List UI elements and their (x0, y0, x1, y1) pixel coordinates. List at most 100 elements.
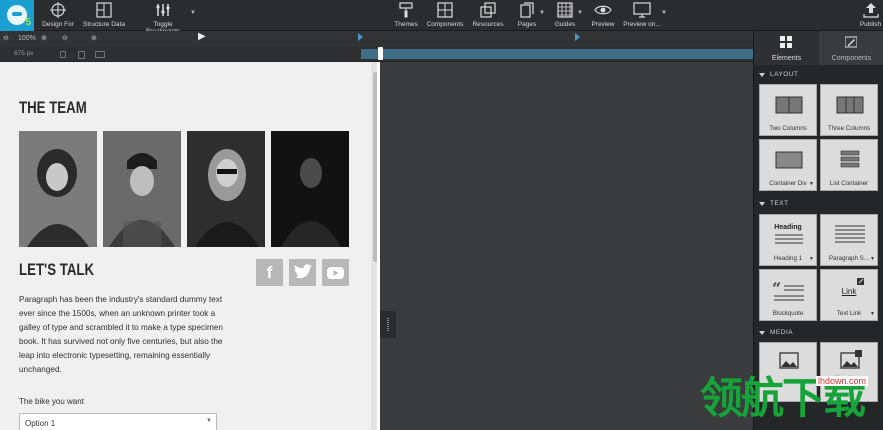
pages-icon (520, 2, 534, 18)
design-for-button[interactable]: Design For (41, 2, 75, 30)
element-picture[interactable] (820, 342, 878, 402)
right-panel: Elements Components LAYOUT Two Columns T… (753, 31, 883, 430)
chevron-down-icon: ▼ (661, 10, 667, 16)
play-icon[interactable]: ▶ (198, 32, 206, 42)
element-container-div[interactable]: Container Div ▼ (759, 139, 817, 191)
chevron-down-icon: ▼ (206, 418, 212, 424)
preview-label: Preview (591, 21, 615, 28)
paragraph-icon (835, 225, 865, 243)
chevron-down-icon[interactable]: ▼ (809, 392, 814, 398)
element-blockquote[interactable]: “ Blockquote (759, 269, 817, 321)
desktop-icon[interactable] (95, 51, 105, 58)
structure-icon (96, 2, 112, 18)
external-link-icon (857, 278, 864, 285)
bike-select[interactable]: Option 1 ▼ (19, 413, 217, 430)
card-label: Two Columns (769, 125, 807, 132)
breakpoint-marker-icon[interactable] (575, 33, 580, 41)
element-text-link[interactable]: Link Text Link ▼ (820, 269, 878, 321)
resources-label: Resources (472, 21, 504, 28)
card-label: Heading 1 (773, 255, 803, 262)
themes-button[interactable]: Themes (393, 2, 419, 30)
zoom-plus-button[interactable]: ⊕ (91, 34, 97, 44)
team-photo[interactable] (271, 131, 349, 247)
app-logo[interactable]: 5 (0, 0, 34, 31)
robot-logo-icon (7, 5, 27, 25)
person-photo-icon (19, 131, 97, 247)
upload-icon (862, 3, 879, 18)
width-readout: 675 px (14, 50, 34, 57)
themes-label: Themes (394, 21, 418, 28)
resources-icon (480, 2, 496, 18)
breakpoint-range-bar[interactable] (361, 49, 753, 59)
element-image[interactable]: ▼ (759, 342, 817, 402)
card-label: Three Columns (827, 125, 871, 132)
logo-version-badge: 5 (25, 17, 31, 28)
bike-field-label: The bike you want (19, 397, 84, 406)
container-div-icon (775, 151, 803, 169)
team-photo[interactable] (103, 131, 181, 247)
team-photo[interactable] (187, 131, 265, 247)
zoom-minus-button[interactable]: ⊖ (62, 34, 68, 44)
card-label: Text Link (836, 310, 862, 317)
preview-on-button[interactable]: Preview on... ▼ (623, 2, 667, 30)
tab-components[interactable]: Components (819, 31, 883, 65)
canvas-resize-grip[interactable] (380, 311, 396, 338)
section-media[interactable]: MEDIA (754, 326, 883, 339)
chevron-down-icon[interactable]: ▼ (809, 181, 814, 187)
card-label: List Container (829, 180, 869, 187)
tab-components-label: Components (831, 55, 872, 62)
twitter-icon[interactable] (289, 259, 316, 286)
blockquote-icon: “ (772, 279, 804, 301)
element-two-columns[interactable]: Two Columns (759, 84, 817, 136)
section-text[interactable]: TEXT (754, 197, 883, 210)
components-label: Components (426, 21, 464, 28)
eye-icon (594, 5, 612, 15)
components-button[interactable]: Components (426, 2, 464, 30)
body-paragraph[interactable]: Paragraph has been the industry's standa… (19, 293, 224, 377)
pages-button[interactable]: Pages ▼ (515, 2, 545, 30)
element-paragraph[interactable]: Paragraph S... ▼ (820, 214, 878, 266)
structure-data-button[interactable]: Structure Data (81, 2, 127, 30)
phone-icon[interactable] (60, 51, 66, 58)
preview-button[interactable]: Preview (589, 2, 617, 30)
zoom-in-icon[interactable]: ⊕ (41, 34, 47, 44)
talk-heading[interactable]: LET'S TALK (19, 260, 94, 280)
breakpoint-marker-icon[interactable] (358, 33, 363, 41)
publish-button[interactable]: Publish (858, 2, 883, 30)
list-container-icon (840, 150, 860, 168)
card-label: Blockquote (772, 310, 804, 317)
zoom-bar: ⊖ 100% ⊕ ⊖ ⊕ ▶ (0, 31, 753, 47)
image-icon (779, 352, 799, 369)
tab-elements[interactable]: Elements (754, 31, 819, 65)
zoom-out-icon[interactable]: ⊖ (3, 34, 9, 44)
chevron-down-icon[interactable]: ▼ (870, 311, 875, 317)
team-photo[interactable] (19, 131, 97, 247)
team-heading[interactable]: THE TEAM (19, 98, 87, 118)
grid-icon (780, 36, 792, 48)
chevron-down-icon[interactable]: ▼ (870, 256, 875, 262)
components-icon (437, 2, 453, 18)
resources-button[interactable]: Resources (472, 2, 504, 30)
chevron-down-icon[interactable]: ▼ (809, 256, 814, 262)
two-columns-icon (775, 96, 803, 114)
chevron-down-icon: ▼ (190, 10, 196, 16)
design-for-label: Design For (42, 21, 74, 28)
design-canvas[interactable]: THE TEAM LET'S TALK f Paragraph has been… (0, 62, 380, 430)
section-layout[interactable]: LAYOUT (754, 68, 883, 81)
monitor-icon (633, 2, 651, 18)
element-list-container[interactable]: List Container (820, 139, 878, 191)
element-heading[interactable]: Heading Heading 1 ▼ (759, 214, 817, 266)
facebook-icon[interactable]: f (256, 259, 283, 286)
toggle-breakpoints-button[interactable]: Toggle Breakpoints ▼ (136, 2, 196, 35)
element-three-columns[interactable]: Three Columns (820, 84, 878, 136)
chevron-down-icon: ▼ (539, 10, 545, 16)
picture-icon (840, 350, 862, 369)
guides-button[interactable]: Guides ▼ (553, 2, 583, 30)
person-photo-icon (271, 131, 349, 247)
guides-label: Guides (554, 21, 576, 28)
heading-lines-icon (775, 234, 803, 244)
tablet-icon[interactable] (78, 51, 85, 59)
publish-label: Publish (859, 21, 882, 28)
breakpoint-resize-handle[interactable] (378, 47, 383, 60)
youtube-icon[interactable] (322, 259, 349, 286)
